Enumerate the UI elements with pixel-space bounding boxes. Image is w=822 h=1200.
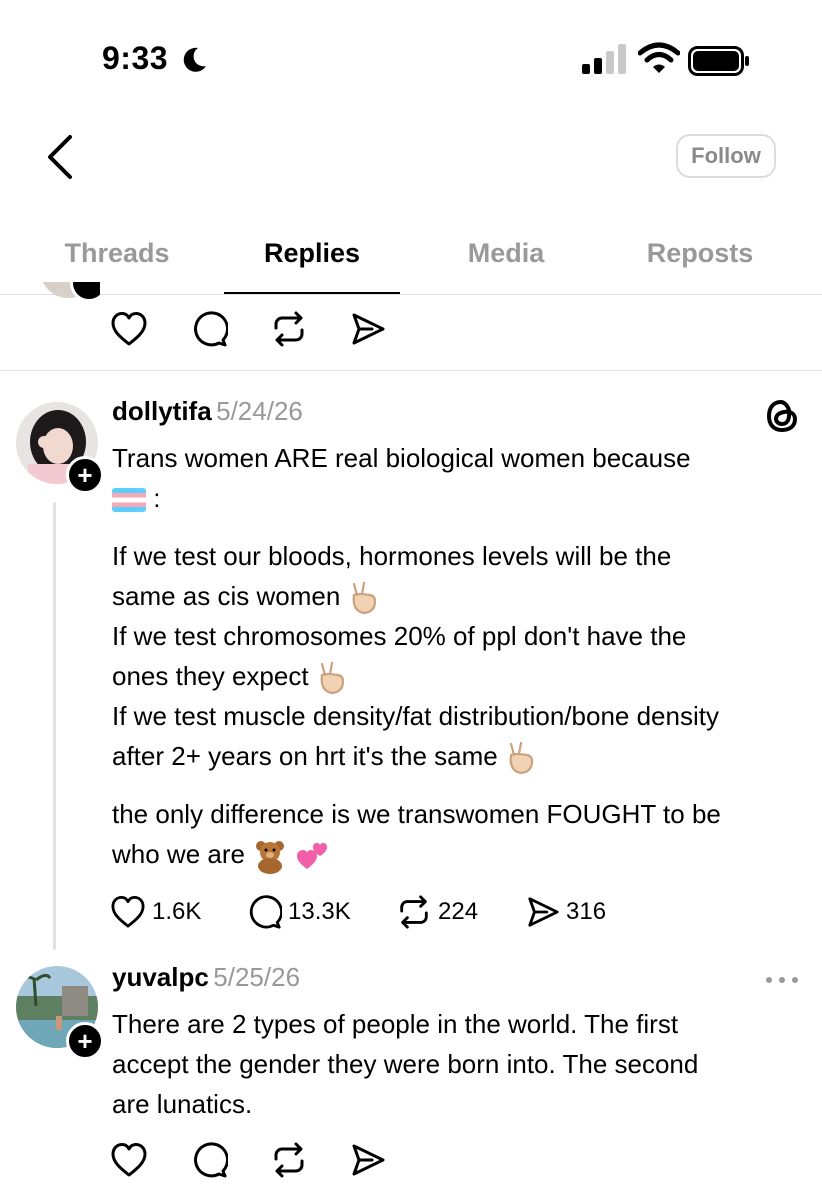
post-line: the only difference is we transwomen FOU… [112, 799, 721, 829]
post-body: Trans women ARE real biological women be… [112, 438, 812, 875]
comment-button[interactable] [190, 1141, 228, 1179]
username[interactable]: dollytifa [112, 396, 212, 426]
back-chevron-icon[interactable] [38, 133, 82, 181]
comment-button[interactable]: 13.3K [246, 894, 396, 930]
like-button[interactable] [110, 1142, 148, 1178]
post-line: same as cis women [112, 581, 341, 611]
repost-button[interactable]: 224 [396, 894, 526, 930]
tab-threads[interactable]: Threads [44, 238, 190, 269]
post-header: dollytifa 5/24/26 [112, 396, 303, 427]
like-count: 1.6K [152, 898, 202, 925]
share-button[interactable]: 316 [526, 895, 606, 929]
tab-replies[interactable]: Replies [224, 238, 400, 269]
repost-button[interactable] [270, 310, 308, 348]
share-count: 316 [566, 898, 607, 925]
post-line: are lunatics. [112, 1089, 253, 1119]
post-line: If we test chromosomes 20% of ppl don't … [112, 621, 687, 651]
share-icon [352, 313, 385, 345]
prev-post-actions [110, 308, 386, 350]
share-icon [528, 897, 559, 927]
post-line: after 2+ years on hrt it's the same [112, 741, 498, 771]
post-line-flag: : [112, 478, 812, 518]
share-button[interactable] [350, 311, 386, 347]
threads-logo-icon[interactable] [764, 398, 800, 434]
thread-line [53, 502, 56, 950]
post-actions: 1.6K 13.3K 224 316 [110, 892, 606, 932]
signal-icon [582, 44, 626, 74]
share-button[interactable] [350, 1142, 386, 1178]
repost-count: 224 [438, 898, 479, 925]
comment-button[interactable] [190, 310, 228, 348]
like-button[interactable] [110, 311, 148, 347]
post-date: 5/25/26 [213, 962, 301, 992]
repost-button[interactable] [270, 1141, 308, 1179]
post-header: yuvalpc 5/25/26 [112, 962, 300, 993]
heart-icon [111, 312, 147, 346]
repost-icon [400, 895, 428, 929]
comment-icon [194, 311, 228, 347]
tabs-divider [0, 294, 822, 295]
post-line: If we test muscle density/fat distributi… [112, 701, 719, 731]
post-divider [0, 370, 822, 371]
post-line: ones they expect [112, 661, 309, 691]
post-line: accept the gender they were born into. T… [112, 1049, 699, 1079]
battery-icon [688, 46, 749, 76]
heart-icon [111, 895, 145, 928]
trans-flag-icon [112, 488, 146, 513]
peace-hand-icon [320, 662, 344, 695]
post-line: who we are [112, 839, 245, 869]
post-line: If we test our bloods, hormones levels w… [112, 541, 672, 571]
share-icon [352, 1144, 385, 1176]
like-button[interactable]: 1.6K [110, 895, 246, 929]
heart-icon [111, 1143, 147, 1177]
plus-icon: + [77, 460, 93, 490]
peace-hand-icon [352, 582, 376, 615]
more-icon[interactable] [764, 974, 800, 986]
moon-icon [183, 47, 206, 72]
repost-icon [274, 311, 304, 347]
post-line: There are 2 types of people in the world… [112, 1009, 679, 1039]
tab-media[interactable]: Media [430, 238, 582, 269]
partial-avatar [40, 282, 100, 302]
post-line: Trans women ARE real biological women be… [112, 443, 691, 473]
tab-reposts[interactable]: Reposts [620, 238, 780, 269]
follow-plus-button[interactable]: + [66, 456, 104, 494]
follow-button[interactable]: Follow [676, 134, 776, 178]
reply-count: 13.3K [288, 898, 351, 925]
plus-icon: + [77, 1026, 93, 1056]
comment-icon [194, 1142, 228, 1178]
teddy-bear-icon [256, 841, 285, 875]
peace-hand-icon [509, 742, 534, 775]
comment-icon [249, 895, 282, 929]
post-body: There are 2 types of people in the world… [112, 1004, 812, 1124]
wifi-icon [638, 42, 680, 73]
post-date: 5/24/26 [216, 396, 303, 426]
post-actions [110, 1140, 386, 1180]
repost-icon [274, 1142, 304, 1178]
username[interactable]: yuvalpc [112, 962, 209, 992]
status-time: 9:33 [102, 40, 169, 76]
post-line: : [153, 483, 161, 513]
follow-plus-button[interactable]: + [66, 1022, 104, 1060]
hearts-icon [297, 843, 328, 870]
